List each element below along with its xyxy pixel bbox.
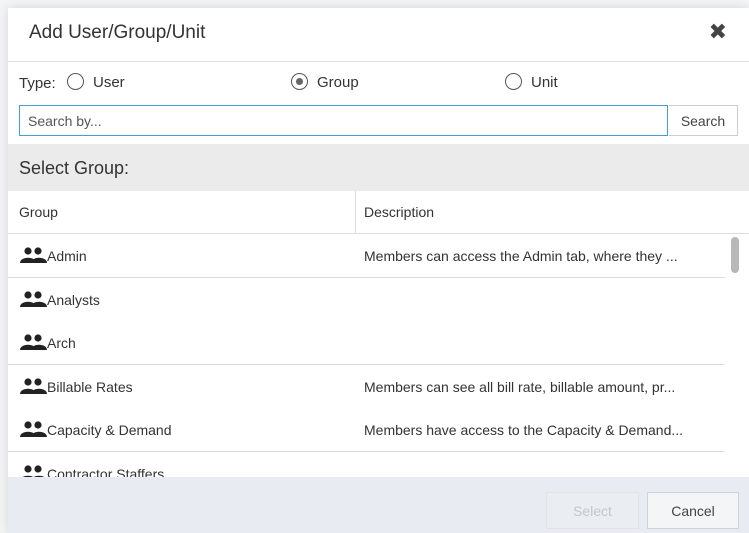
group-icon (20, 291, 47, 307)
group-description: Members can see all bill rate, billable … (364, 379, 676, 395)
group-name: Arch (47, 335, 76, 351)
group-name: Contractor Staffers (47, 466, 165, 477)
group-name: Analysts (47, 292, 100, 308)
close-icon[interactable]: ✖ (709, 22, 727, 44)
dialog-header: Add User/Group/Unit ✖ (8, 8, 749, 62)
section-title: Select Group: (19, 158, 130, 178)
group-description: Members have access to the Capacity & De… (364, 422, 684, 438)
column-header-group[interactable]: Group (19, 204, 58, 220)
radio-user[interactable] (67, 73, 84, 90)
add-user-group-unit-dialog: Add User/Group/Unit ✖ Type: User Group U… (8, 8, 749, 533)
search-input[interactable] (19, 105, 668, 136)
group-icon (20, 378, 47, 394)
column-header-description[interactable]: Description (364, 204, 434, 220)
radio-group-label: Group (317, 74, 359, 91)
table-header: Group Description (8, 191, 749, 234)
group-name: Billable Rates (47, 379, 133, 395)
radio-unit[interactable] (505, 73, 522, 90)
group-name: Capacity & Demand (47, 422, 172, 438)
type-selector: Type: User Group Unit (8, 62, 749, 104)
list-scrollbar[interactable] (731, 237, 739, 273)
table-row[interactable]: Billable Rates Members can see all bill … (8, 365, 725, 409)
radio-unit-label: Unit (531, 74, 558, 91)
search-button[interactable]: Search (669, 105, 738, 136)
dialog-footer: Select Cancel (8, 477, 749, 533)
radio-group[interactable] (291, 73, 308, 90)
table-row[interactable]: Arch (8, 321, 725, 365)
radio-user-label: User (93, 74, 125, 91)
column-divider[interactable] (355, 191, 356, 233)
table-row[interactable]: Admin Members can access the Admin tab, … (8, 234, 725, 278)
group-description: Members can access the Admin tab, where … (364, 248, 678, 264)
group-icon (20, 421, 47, 437)
table-row[interactable]: Analysts (8, 278, 725, 322)
group-list[interactable]: Admin Members can access the Admin tab, … (8, 234, 749, 477)
cancel-button[interactable]: Cancel (647, 492, 739, 529)
group-name: Admin (47, 248, 87, 264)
group-icon (20, 247, 47, 263)
select-button[interactable]: Select (546, 492, 639, 529)
type-label: Type: (19, 75, 56, 92)
group-icon (22, 465, 45, 477)
group-icon (20, 334, 47, 350)
table-row[interactable]: Contractor Staffers (8, 452, 725, 477)
dialog-title: Add User/Group/Unit (29, 22, 206, 43)
table-row[interactable]: Capacity & Demand Members have access to… (8, 408, 725, 452)
select-group-header: Select Group: (8, 144, 749, 191)
